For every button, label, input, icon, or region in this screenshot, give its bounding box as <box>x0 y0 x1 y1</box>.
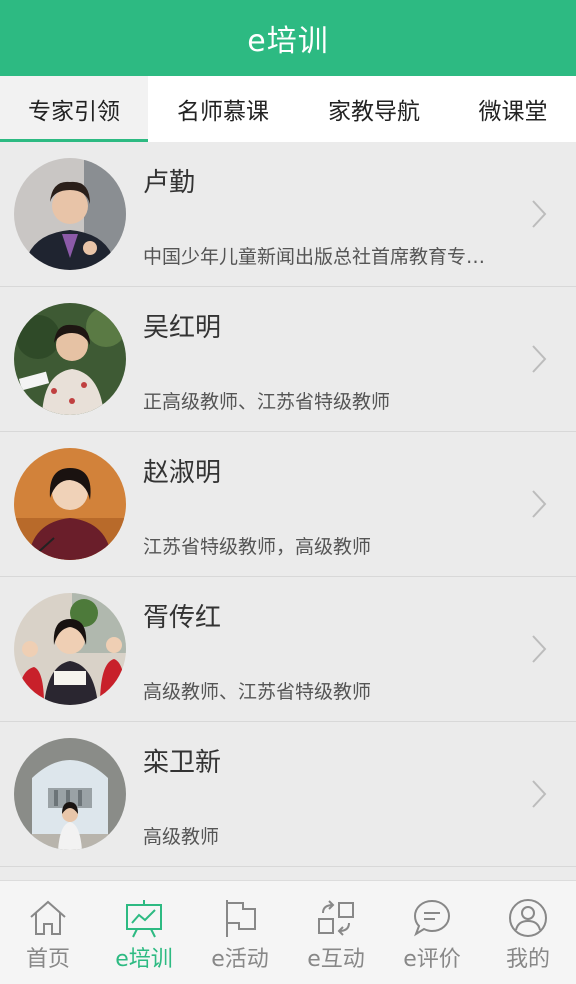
expert-avatar <box>14 303 126 415</box>
chevron-right-icon <box>532 635 547 663</box>
tabbar-interaction[interactable]: e互动 <box>288 881 384 984</box>
expert-title: 高级教师 <box>143 826 220 848</box>
tabbar-evaluation[interactable]: e评价 <box>384 881 480 984</box>
expert-name: 赵淑明 <box>143 458 222 488</box>
expert-title: 中国少年儿童新闻出版总社首席教育专… <box>143 246 486 268</box>
expert-list-item[interactable]: 胥传红 高级教师、江苏省特级教师 <box>0 577 576 722</box>
tabbar-training[interactable]: e培训 <box>96 881 192 984</box>
expert-avatar <box>14 738 126 850</box>
expert-list-item[interactable]: 赵淑明 江苏省特级教师，高级教师 <box>0 432 576 577</box>
tab-micro-classroom[interactable]: 微课堂 <box>450 76 576 142</box>
page-title: e培训 <box>247 24 329 59</box>
tab-label: 微课堂 <box>478 99 548 125</box>
expert-title: 高级教师、江苏省特级教师 <box>143 681 372 703</box>
category-tabs: 专家引领 名师慕课 家教导航 微课堂 <box>0 76 576 142</box>
expert-name: 卢勤 <box>143 168 196 198</box>
user-profile-icon <box>509 899 547 937</box>
chat-bubble-icon <box>413 899 451 937</box>
tab-label: 专家引领 <box>28 99 120 125</box>
tab-label: 名师慕课 <box>177 99 269 125</box>
tabbar-home[interactable]: 首页 <box>0 881 96 984</box>
chevron-right-icon <box>532 345 547 373</box>
tabbar-label: e互动 <box>307 947 365 972</box>
bottom-tab-bar: 首页 e培训 e活动 e互动 e评价 我的 <box>0 880 576 984</box>
tabbar-activities[interactable]: e活动 <box>192 881 288 984</box>
expert-name: 栾卫新 <box>143 748 222 778</box>
tab-label: 家教导航 <box>328 99 420 125</box>
expert-name: 吴红明 <box>143 313 222 343</box>
expert-avatar <box>14 448 126 560</box>
tab-famous-teacher-mooc[interactable]: 名师慕课 <box>148 76 298 142</box>
home-icon <box>30 900 66 935</box>
expert-title: 正高级教师、江苏省特级教师 <box>143 391 391 413</box>
chevron-right-icon <box>532 490 547 518</box>
expert-list: 卢勤 中国少年儿童新闻出版总社首席教育专… 吴红明 正高级教师、江苏省特级教师 <box>0 142 576 880</box>
tab-expert-guidance[interactable]: 专家引领 <box>0 76 148 142</box>
tabbar-label: e评价 <box>403 947 461 972</box>
expert-list-item[interactable]: 吴红明 正高级教师、江苏省特级教师 <box>0 287 576 432</box>
expert-list-item[interactable]: 栾卫新 高级教师 <box>0 722 576 867</box>
tabbar-me[interactable]: 我的 <box>480 881 576 984</box>
expert-name: 胥传红 <box>143 603 222 633</box>
expert-list-item[interactable]: 卢勤 中国少年儿童新闻出版总社首席教育专… <box>0 142 576 287</box>
tabbar-label: e培训 <box>115 947 173 972</box>
expert-avatar <box>14 158 126 270</box>
app-header: e培训 <box>0 0 576 76</box>
expert-title: 江苏省特级教师，高级教师 <box>143 536 372 558</box>
tabbar-label: 我的 <box>505 947 550 972</box>
presentation-board-icon <box>126 900 162 938</box>
tab-parenting-guide[interactable]: 家教导航 <box>298 76 450 142</box>
flag-icon <box>226 900 256 937</box>
tabbar-label: e活动 <box>211 947 269 972</box>
chevron-right-icon <box>532 780 547 808</box>
exchange-icon <box>318 900 354 936</box>
expert-avatar <box>14 593 126 705</box>
tabbar-label: 首页 <box>25 947 70 972</box>
chevron-right-icon <box>532 200 547 228</box>
